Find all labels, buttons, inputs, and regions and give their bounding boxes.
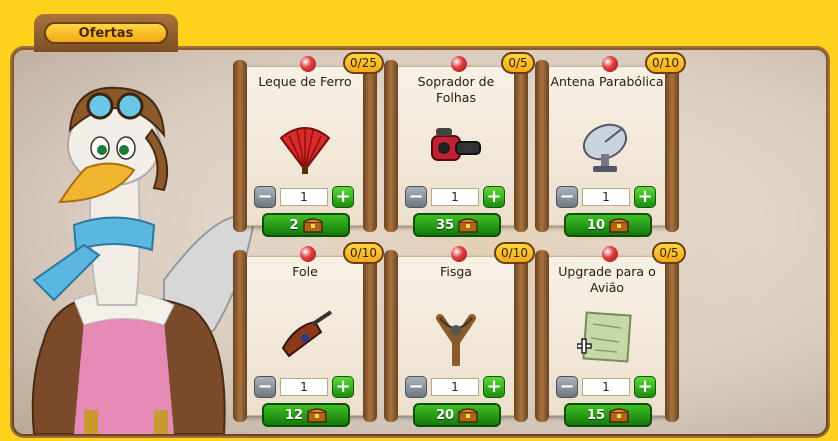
offer-title: Leque de Ferro [258, 74, 352, 89]
buy-button[interactable]: 12 [262, 403, 350, 427]
stock-badge: 0/10 [343, 242, 384, 264]
quantity-field[interactable]: 1 [582, 188, 630, 206]
decrease-quantity-button[interactable]: − [254, 376, 276, 398]
price-value: 2 [289, 217, 299, 233]
quantity-field[interactable]: 1 [582, 378, 630, 396]
decrease-quantity-button[interactable]: − [254, 186, 276, 208]
stock-badge: 0/5 [652, 242, 686, 264]
decrease-quantity-button[interactable]: − [405, 376, 427, 398]
buy-button[interactable]: 15 [564, 403, 652, 427]
quantity-field[interactable]: 1 [431, 378, 479, 396]
quantity-stepper: − 1 + [556, 186, 656, 208]
increase-quantity-button[interactable]: + [483, 186, 505, 208]
quantity-field[interactable]: 1 [280, 188, 328, 206]
stock-badge: 0/5 [501, 52, 535, 74]
decrease-quantity-button[interactable]: − [556, 376, 578, 398]
quantity-field[interactable]: 1 [280, 378, 328, 396]
quantity-stepper: − 1 + [254, 376, 354, 398]
offer-card: 0/5 Soprador de Folhas − 1 + 35 [384, 52, 535, 237]
quantity-stepper: − 1 + [405, 376, 505, 398]
offer-title: Antena Parabólica [550, 74, 664, 89]
price-value: 12 [284, 407, 304, 423]
offer-card: 0/10 Antena Parabólica − 1 + 10 [535, 52, 686, 237]
buy-button[interactable]: 2 [262, 213, 350, 237]
stock-badge: 0/10 [494, 242, 535, 264]
treasure-chest-icon [458, 408, 478, 423]
decrease-quantity-button[interactable]: − [405, 186, 427, 208]
offer-card: 0/5 Upgrade para o Avião − 1 + 15 [535, 242, 686, 427]
offer-card: 0/10 Fisga − 1 + 20 [384, 242, 535, 427]
buy-button[interactable]: 20 [413, 403, 501, 427]
treasure-chest-icon [609, 218, 629, 233]
increase-quantity-button[interactable]: + [634, 376, 656, 398]
offer-title: Soprador de Folhas [417, 74, 495, 105]
increase-quantity-button[interactable]: + [634, 186, 656, 208]
offer-card: 0/25 Leque de Ferro − 1 + 2 [233, 52, 384, 237]
stock-badge: 0/10 [645, 52, 686, 74]
treasure-chest-icon [609, 408, 629, 423]
increase-quantity-button[interactable]: + [332, 376, 354, 398]
offer-card: 0/10 Fole − 1 + 12 [233, 242, 384, 427]
pin-icon [602, 246, 618, 262]
quantity-stepper: − 1 + [556, 376, 656, 398]
tab-offers-label: Ofertas [44, 22, 168, 44]
price-value: 20 [435, 407, 455, 423]
quantity-stepper: − 1 + [405, 186, 505, 208]
price-value: 35 [435, 217, 455, 233]
quantity-field[interactable]: 1 [431, 188, 479, 206]
stock-badge: 0/25 [343, 52, 384, 74]
pin-icon [451, 56, 467, 72]
pin-icon [300, 56, 316, 72]
increase-quantity-button[interactable]: + [483, 376, 505, 398]
price-value: 15 [586, 407, 606, 423]
pin-icon [451, 246, 467, 262]
offer-title: Fisga [440, 264, 472, 279]
buy-button[interactable]: 10 [564, 213, 652, 237]
price-value: 10 [586, 217, 606, 233]
offer-title: Upgrade para o Avião [558, 264, 656, 295]
pin-icon [602, 56, 618, 72]
treasure-chest-icon [302, 218, 323, 233]
offer-title: Fole [292, 264, 318, 279]
quantity-stepper: − 1 + [254, 186, 354, 208]
increase-quantity-button[interactable]: + [332, 186, 354, 208]
buy-button[interactable]: 35 [413, 213, 501, 237]
treasure-chest-icon [307, 408, 327, 423]
pin-icon [300, 246, 316, 262]
treasure-chest-icon [458, 218, 478, 233]
decrease-quantity-button[interactable]: − [556, 186, 578, 208]
